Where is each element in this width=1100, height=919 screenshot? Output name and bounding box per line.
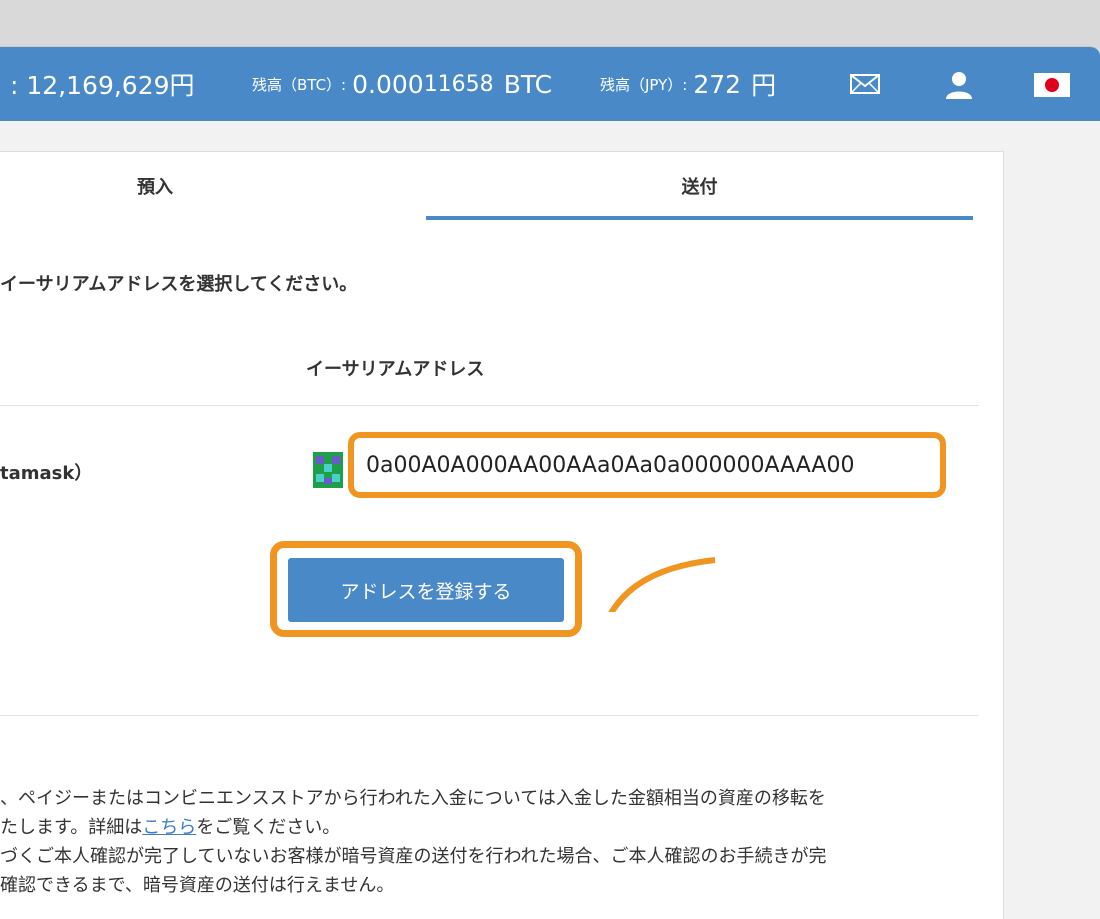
eth-address-column-header: イーサリアムアドレス xyxy=(306,359,485,380)
mail-icon[interactable] xyxy=(850,74,880,94)
transfer-panel: 預入 送付 イーサリアムアドレスを選択してください。 イーサリアムアドレス ta… xyxy=(0,151,1004,919)
btc-balance-value-prefix: 0.000 xyxy=(352,69,424,99)
btc-unit: BTC xyxy=(503,69,553,99)
pointer-arrow-icon xyxy=(608,557,716,612)
btc-balance-label: 残高（BTC）: xyxy=(252,75,347,94)
note-text: たします。詳細は xyxy=(0,817,143,838)
japan-flag-icon[interactable] xyxy=(1034,73,1070,97)
jpy-unit: 円 xyxy=(751,71,777,100)
notes-text: 、ペイジーまたはコンビニエンスストアから行われた入金については入金した金額相当の… xyxy=(0,784,1000,900)
note-line: 確認できるまで、暗号資産の送付は行えません。 xyxy=(0,875,395,896)
tab-deposit[interactable]: 預入 xyxy=(0,152,310,220)
jpy-balance-label: 残高（JPY）: xyxy=(600,75,688,94)
note-line: たします。詳細はこちらをご覧ください。 xyxy=(0,813,1000,842)
eth-address-highlight[interactable]: 0a00A0A000AA00AAa0Aa0a000000AAAA00 xyxy=(348,432,946,498)
btc-balance: 残高（BTC）: 0.000 11658 BTC xyxy=(252,47,552,121)
divider xyxy=(0,405,979,406)
register-button-highlight: アドレスを登録する xyxy=(270,541,582,637)
wallet-name: tamask） xyxy=(0,463,93,484)
identicon-icon xyxy=(313,452,343,488)
active-tab-indicator xyxy=(426,216,973,220)
app-window: : 12,169,629円 残高（BTC）: 0.000 11658 BTC 残高… xyxy=(0,46,1100,919)
jpy-balance: 残高（JPY）: 272 円 xyxy=(600,47,776,121)
btc-balance-value-suffix: 11658 xyxy=(423,71,494,97)
eth-address-value: 0a00A0A000AA00AAa0Aa0a000000AAAA00 xyxy=(366,452,855,478)
select-address-heading: イーサリアムアドレスを選択してください。 xyxy=(0,274,358,295)
divider xyxy=(0,715,979,716)
details-link[interactable]: こちら xyxy=(142,817,196,838)
price-display: : 12,169,629円 xyxy=(10,71,195,100)
register-address-button[interactable]: アドレスを登録する xyxy=(288,558,564,622)
note-line: づくご本人確認が完了していないお客様が暗号資産の送付を行われた場合、ご本人確認の… xyxy=(0,846,827,867)
header-bar: : 12,169,629円 残高（BTC）: 0.000 11658 BTC 残高… xyxy=(0,47,1100,121)
note-line: 、ペイジーまたはコンビニエンスストアから行われた入金については入金した金額相当の… xyxy=(0,788,826,809)
user-icon[interactable] xyxy=(945,71,973,99)
tab-send[interactable]: 送付 xyxy=(426,152,973,220)
jpy-balance-value: 272 xyxy=(693,69,742,99)
note-text: をご覧ください。 xyxy=(196,817,341,838)
